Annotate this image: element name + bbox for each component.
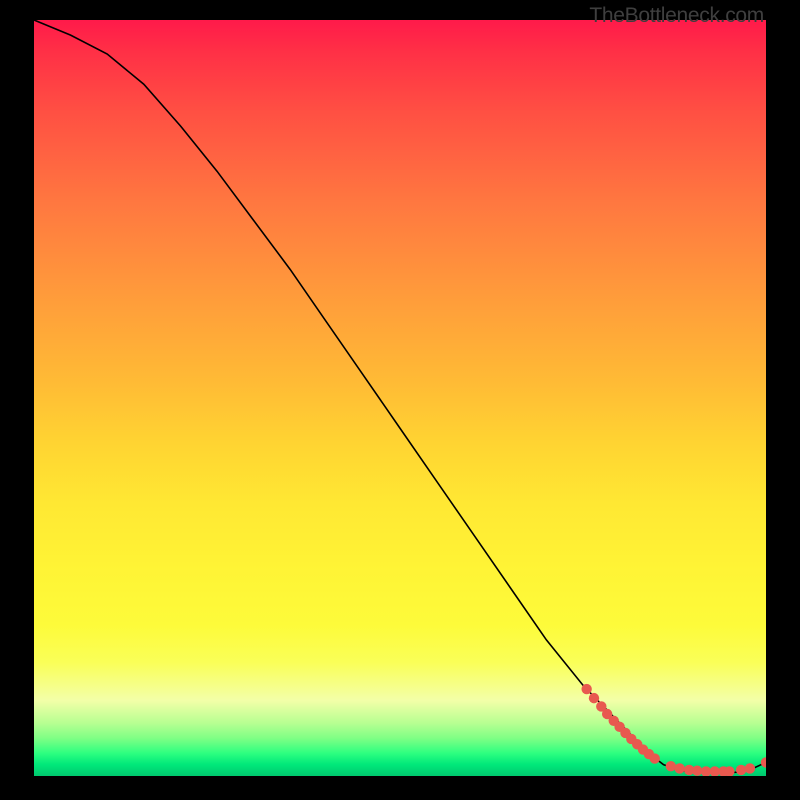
data-point-marker <box>666 761 676 771</box>
data-point-marker <box>674 763 684 773</box>
bottleneck-curve <box>34 20 766 773</box>
data-point-markers <box>581 684 766 776</box>
watermark-text: TheBottleneck.com <box>589 4 764 28</box>
data-point-marker <box>589 693 599 703</box>
data-point-marker <box>745 763 755 773</box>
data-point-marker <box>650 753 660 763</box>
data-point-marker <box>736 765 746 775</box>
data-point-marker <box>581 684 591 694</box>
data-point-marker <box>692 766 702 776</box>
chart-svg <box>34 20 766 776</box>
chart-plot-area <box>34 20 766 776</box>
data-point-marker <box>761 757 766 767</box>
